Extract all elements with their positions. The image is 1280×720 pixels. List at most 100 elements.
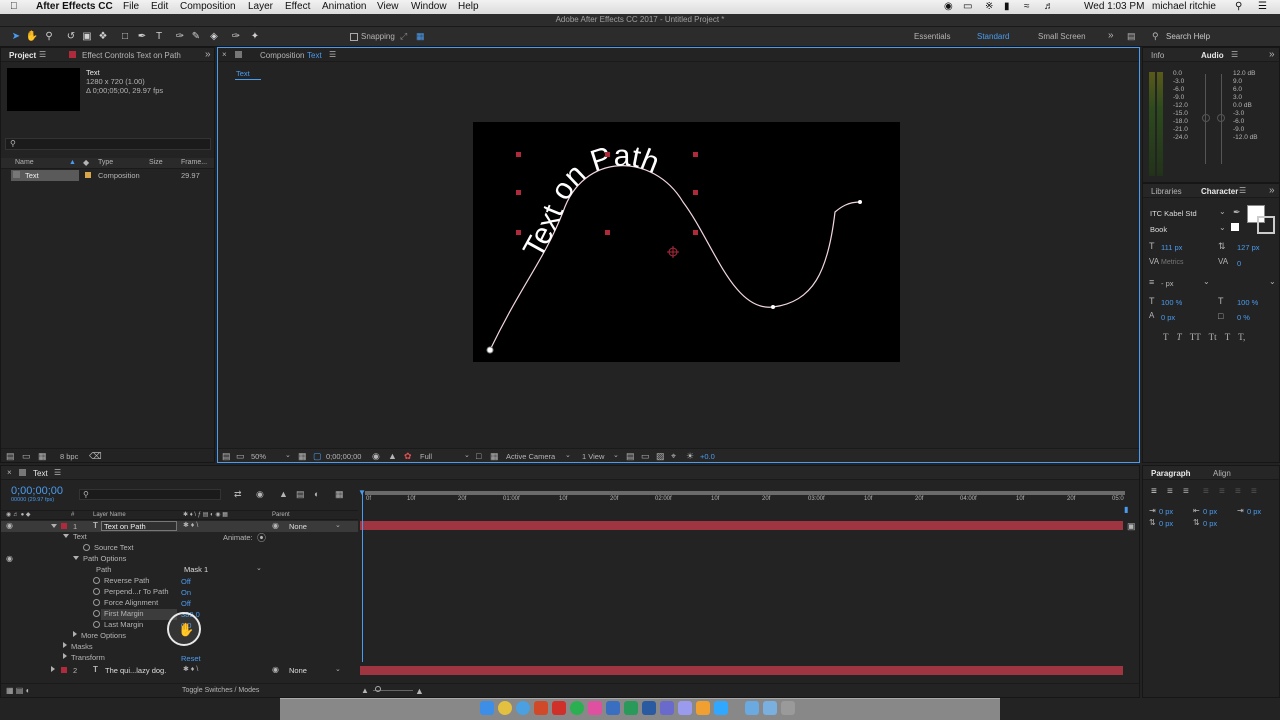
col-name[interactable]: Name xyxy=(15,159,34,166)
menu-effect[interactable]: Effect xyxy=(285,1,310,12)
timeline-scroll-icon[interactable]: ▣ xyxy=(1127,521,1136,532)
resolution-dropdown[interactable]: Full xyxy=(420,452,432,461)
eyedropper-icon[interactable]: ✒ xyxy=(1233,207,1241,218)
reverse-path-value[interactable]: Off xyxy=(181,577,191,586)
illustrator-icon[interactable] xyxy=(696,701,710,715)
perpendicular-value[interactable]: On xyxy=(181,588,191,597)
layer-row[interactable]: ◉ 1 T Text on Path ✱ ♦ \ ◉ None ⌄ xyxy=(1,521,358,532)
menu-composition[interactable]: Composition xyxy=(180,1,236,12)
menu-user[interactable]: michael ritchie xyxy=(1152,1,1216,12)
prop-reverse-path[interactable]: Reverse Path xyxy=(93,576,149,587)
layer-label-swatch[interactable] xyxy=(61,667,67,673)
col-type[interactable]: Type xyxy=(98,159,113,166)
align-center-icon[interactable]: ≡ xyxy=(1167,486,1173,497)
exposure-icon[interactable]: ☀ xyxy=(686,451,694,462)
clone-tool-icon[interactable]: ✎ xyxy=(189,30,203,44)
parent-pickwhip-icon[interactable]: ◉ xyxy=(272,521,279,530)
justify-all-icon[interactable]: ≡ xyxy=(1251,486,1257,497)
layer-name[interactable]: The qui...lazy dog. xyxy=(105,666,166,675)
font-style-dropdown[interactable]: Book xyxy=(1150,225,1167,234)
prop-source-text[interactable]: Source Text xyxy=(83,543,133,554)
transparency-grid-icon[interactable]: ▦ xyxy=(490,451,499,462)
timeline-graph[interactable]: 0f 10f 20f 01:00f 10f 20f 02:00f 10f 20f… xyxy=(358,488,1130,681)
tsume-value[interactable]: 0 % xyxy=(1237,313,1250,322)
layer-switches[interactable]: ✱ ♦ \ xyxy=(183,521,198,529)
zoom-out-icon[interactable]: ▲ xyxy=(361,686,369,695)
menu-app-name[interactable]: After Effects CC xyxy=(36,1,113,12)
layer-visibility-icon[interactable]: ◉ xyxy=(6,521,13,530)
stroke-width-value[interactable]: - px xyxy=(1161,279,1174,288)
frame-blending-icon[interactable]: ▤ xyxy=(296,489,305,500)
transform-reset-link[interactable]: Reset xyxy=(181,654,201,663)
timeline-tab-menu-icon[interactable]: ☰ xyxy=(54,468,61,477)
project-tab-menu-icon[interactable]: ☰ xyxy=(39,50,46,59)
prop-text-group[interactable]: Text xyxy=(63,532,87,543)
trash-dock-icon[interactable] xyxy=(781,701,795,715)
zoom-tool-icon[interactable]: ⚲ xyxy=(42,30,56,44)
tab-character[interactable]: Character xyxy=(1201,187,1238,196)
character-tab-menu-icon[interactable]: ☰ xyxy=(1239,186,1246,195)
draft-3d-icon[interactable]: ◉ xyxy=(256,489,264,500)
interpret-footage-icon[interactable]: ▤ xyxy=(6,451,15,462)
faux-bold-button[interactable]: T xyxy=(1163,332,1168,342)
layer-duration-bar[interactable] xyxy=(360,666,1123,675)
region-of-interest-icon[interactable]: □ xyxy=(476,451,481,461)
horizontal-scale-value[interactable]: 100 % xyxy=(1237,298,1258,307)
wifi-icon[interactable]: ≈ xyxy=(1024,1,1030,12)
kerning-value[interactable]: Metrics xyxy=(1161,259,1184,266)
stopwatch-icon[interactable] xyxy=(93,577,100,584)
fast-previews-icon[interactable]: ▭ xyxy=(641,451,650,462)
zoom-dropdown[interactable]: 50% xyxy=(251,452,266,461)
view-chevron-icon[interactable]: ⌄ xyxy=(613,451,619,459)
stopwatch-icon[interactable] xyxy=(93,588,100,595)
bpc-label[interactable]: 8 bpc xyxy=(60,452,78,461)
record-icon[interactable]: ◉ xyxy=(944,1,953,12)
documents-folder-icon[interactable] xyxy=(763,701,777,715)
menu-help[interactable]: Help xyxy=(458,1,479,12)
default-colors-icon[interactable] xyxy=(1231,223,1239,231)
path-mask-chevron-icon[interactable]: ⌄ xyxy=(256,564,262,572)
snapping-checkbox[interactable] xyxy=(350,33,358,41)
view-layout-dropdown[interactable]: 1 View xyxy=(582,452,604,461)
force-alignment-value[interactable]: Off xyxy=(181,599,191,608)
project-row[interactable]: Text Composition 29.97 xyxy=(1,170,214,181)
app-icon[interactable] xyxy=(552,701,566,715)
font-style-chevron-icon[interactable]: ⌄ xyxy=(1219,223,1226,232)
snap-feature-icon[interactable]: ▦ xyxy=(416,31,425,42)
battery-icon[interactable]: ▮ xyxy=(1004,1,1010,12)
stroke-color-swatch[interactable] xyxy=(1257,216,1275,234)
tab-timeline[interactable]: Text xyxy=(33,469,48,478)
search-help-input[interactable]: Search Help xyxy=(1166,32,1210,41)
app-icon[interactable] xyxy=(642,701,656,715)
close-tab-icon[interactable]: × xyxy=(222,50,227,59)
layer-switches[interactable]: ✱ ♦ \ xyxy=(183,665,198,673)
col-parent[interactable]: Parent xyxy=(272,512,290,518)
prop-more-options[interactable]: More Options xyxy=(73,631,126,642)
rotate-tool-icon[interactable]: ↺ xyxy=(64,30,78,44)
layer-expand-icon[interactable] xyxy=(51,666,59,675)
composition-viewer[interactable]: Text on Path xyxy=(473,122,900,362)
spotify-icon[interactable] xyxy=(570,701,584,715)
leading-value[interactable]: 127 px xyxy=(1237,243,1260,252)
tab-audio[interactable]: Audio xyxy=(1201,51,1224,60)
camera-chevron-icon[interactable]: ⌄ xyxy=(565,451,571,459)
eraser-tool-icon[interactable]: ◈ xyxy=(207,30,221,44)
tracking-value[interactable]: 0 xyxy=(1237,259,1241,268)
work-area-end-icon[interactable]: ▮ xyxy=(1124,505,1128,514)
indent-right-value[interactable]: 0 px xyxy=(1203,507,1217,516)
roto-brush-tool-icon[interactable]: ✑ xyxy=(229,30,243,44)
timeline-search-input[interactable]: ⚲ xyxy=(79,489,221,500)
layer-expand-icon[interactable] xyxy=(51,522,61,531)
menu-window[interactable]: Window xyxy=(411,1,447,12)
menu-view[interactable]: View xyxy=(377,1,399,12)
always-preview-icon[interactable]: ▤ xyxy=(222,451,231,462)
hand-tool-icon[interactable]: ✋ xyxy=(25,30,39,44)
tab-project[interactable]: Project xyxy=(9,51,36,60)
bluetooth-icon[interactable]: ※ xyxy=(985,1,993,12)
av-features-icon[interactable]: ◉ ♬ ● ◆ xyxy=(6,511,30,518)
toggle-switches-modes[interactable]: Toggle Switches / Modes xyxy=(182,687,259,694)
workspace-small-screen[interactable]: Small Screen xyxy=(1038,32,1086,41)
character-overflow-icon[interactable]: » xyxy=(1269,185,1275,196)
indent-first-value[interactable]: 0 px xyxy=(1247,507,1261,516)
prop-masks[interactable]: Masks xyxy=(63,642,93,653)
